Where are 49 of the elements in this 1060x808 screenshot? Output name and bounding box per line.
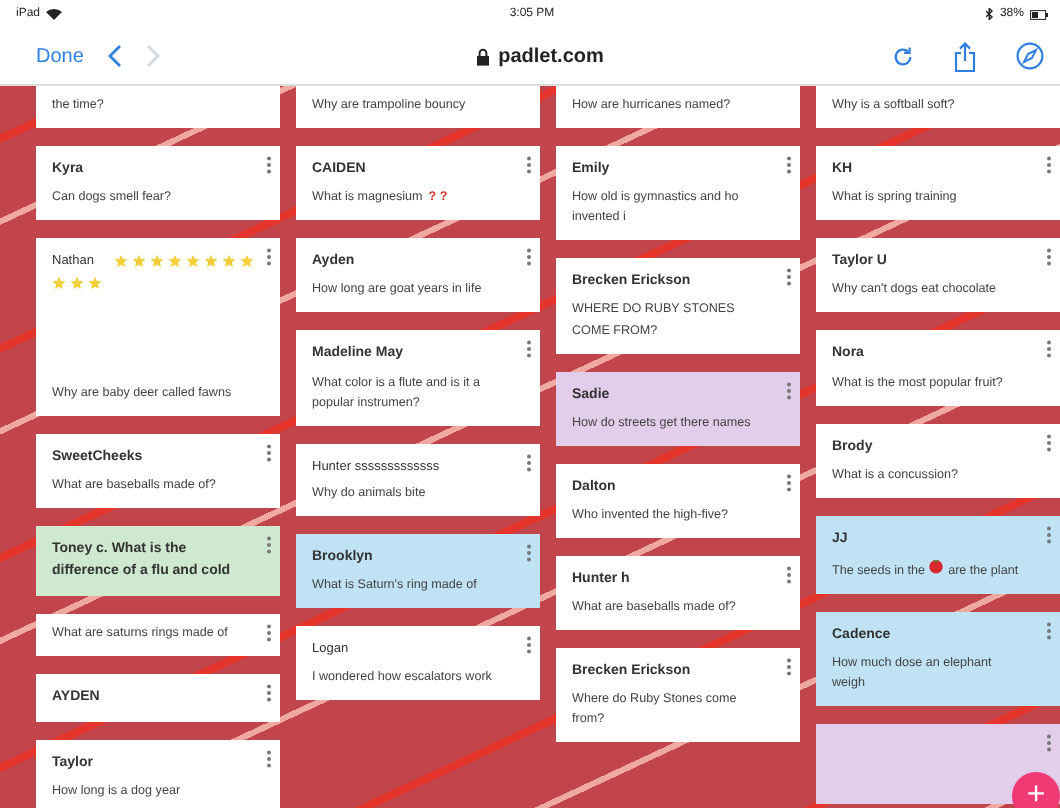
battery-icon xyxy=(1029,9,1048,19)
star-sticker-icon xyxy=(70,275,84,290)
more-icon[interactable] xyxy=(1046,734,1052,753)
more-icon[interactable] xyxy=(266,444,272,463)
more-icon[interactable] xyxy=(1046,433,1052,452)
more-icon[interactable] xyxy=(786,658,792,677)
more-icon[interactable] xyxy=(266,536,272,555)
wifi-icon xyxy=(46,8,63,20)
star-sticker-icon xyxy=(167,254,182,269)
star-sticker-icon xyxy=(88,275,102,290)
star-sticker-icon xyxy=(221,254,236,269)
more-icon[interactable] xyxy=(1046,156,1052,175)
back-button[interactable] xyxy=(107,44,122,68)
more-icon[interactable] xyxy=(786,473,792,492)
star-sticker-icon xyxy=(239,254,254,269)
star-sticker-icon xyxy=(131,254,146,269)
more-icon[interactable] xyxy=(266,749,272,768)
more-icon[interactable] xyxy=(266,623,272,642)
bluetooth-icon xyxy=(985,8,994,20)
more-icon[interactable] xyxy=(786,156,792,175)
share-button[interactable] xyxy=(954,41,976,71)
lock-icon xyxy=(476,47,491,65)
strawberry-icon xyxy=(928,558,945,575)
more-icon[interactable] xyxy=(266,156,272,175)
done-button[interactable]: Done xyxy=(36,45,84,67)
address-text[interactable]: padlet.com xyxy=(498,45,604,67)
more-icon[interactable] xyxy=(526,248,532,267)
star-sticker-icon xyxy=(52,275,66,290)
more-icon[interactable] xyxy=(786,381,792,400)
more-icon[interactable] xyxy=(526,340,532,359)
star-sticker-icon xyxy=(185,254,200,269)
reload-button[interactable] xyxy=(892,45,914,67)
more-icon[interactable] xyxy=(1046,248,1052,267)
more-icon[interactable] xyxy=(266,248,272,267)
more-icon[interactable] xyxy=(1046,622,1052,641)
more-icon[interactable] xyxy=(266,683,272,702)
more-icon[interactable] xyxy=(526,156,532,175)
post-card[interactable] xyxy=(816,724,1060,805)
more-icon[interactable] xyxy=(526,453,532,472)
more-icon[interactable] xyxy=(526,544,532,563)
more-icon[interactable] xyxy=(786,566,792,584)
compass-button[interactable] xyxy=(1016,42,1044,70)
star-sticker-icon xyxy=(113,254,128,269)
more-icon[interactable] xyxy=(1046,525,1052,544)
star-sticker-icon xyxy=(203,254,218,269)
more-icon[interactable] xyxy=(1046,340,1052,359)
more-icon[interactable] xyxy=(786,268,792,287)
star-sticker-icon xyxy=(149,254,164,269)
more-icon[interactable] xyxy=(526,636,532,655)
